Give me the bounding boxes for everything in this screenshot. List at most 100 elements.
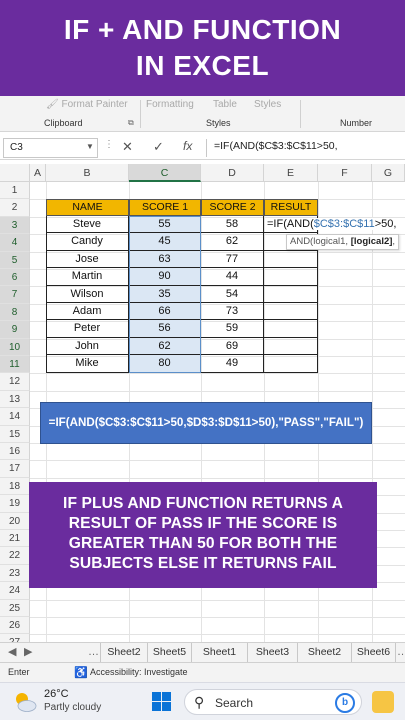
column-header-c[interactable]: C: [129, 164, 201, 182]
cell-edit-text[interactable]: =IF(AND($C$3:$C$11>50,: [267, 218, 397, 230]
gridline: [30, 373, 405, 375]
row-header-26[interactable]: 26: [0, 617, 30, 635]
function-tooltip: AND(logical1, [logical2],: [286, 234, 400, 250]
tab-sheet5[interactable]: Sheet5: [148, 643, 192, 662]
more-icon: ⋮: [104, 139, 114, 150]
row-header-20[interactable]: 20: [0, 512, 30, 530]
clipboard-launcher-icon[interactable]: ⧉: [128, 118, 134, 128]
row-header-6[interactable]: 6: [0, 269, 30, 287]
column-header-d[interactable]: D: [201, 164, 264, 182]
clipboard-group-label: Clipboard: [44, 118, 83, 128]
select-all-corner[interactable]: [0, 164, 30, 182]
title-line-2: IN EXCEL: [135, 50, 270, 81]
ribbon-separator: [140, 100, 141, 128]
row-header-3[interactable]: 3: [0, 216, 30, 235]
accessibility-status[interactable]: Accessibility: Investigate: [90, 667, 188, 677]
gridline: [30, 390, 405, 392]
row-header-9[interactable]: 9: [0, 321, 30, 339]
number-group-label: Number: [340, 118, 373, 128]
explanation-callout: IF PLUS AND FUNCTION RETURNS A RESULT OF…: [29, 482, 377, 588]
column-header-g[interactable]: G: [372, 164, 405, 182]
mode-indicator: Enter: [8, 667, 30, 677]
row-header-4[interactable]: 4: [0, 234, 30, 252]
tab-sheet3[interactable]: Sheet3: [248, 643, 298, 662]
formula-bar: C3 ▼ ⋮ ✕ ✓ fx =IF(AND($C$3:$C$11>50,: [0, 136, 405, 160]
row-header-19[interactable]: 19: [0, 495, 30, 513]
screen: IF + AND FUNCTION IN EXCEL 🖌 Format Pain…: [0, 0, 405, 720]
tab-sheet6[interactable]: Sheet6: [352, 643, 396, 662]
insert-function-icon[interactable]: fx: [183, 139, 192, 153]
range-border: [129, 216, 201, 373]
tab-scroll-right-icon[interactable]: ▶: [24, 643, 32, 661]
gridline: [30, 460, 405, 462]
row-header-11[interactable]: 11: [0, 356, 30, 374]
tab-sheet1[interactable]: Sheet1: [192, 643, 248, 662]
row-header-17[interactable]: 17: [0, 460, 30, 478]
row-header-2[interactable]: 2: [0, 199, 30, 217]
tab-scroll-left-icon[interactable]: ◀: [8, 643, 16, 661]
gridline: [30, 599, 405, 601]
confirm-entry-icon[interactable]: ✓: [153, 139, 164, 155]
row-header-23[interactable]: 23: [0, 564, 30, 583]
format-painter-button[interactable]: 🖌 Format Painter: [46, 99, 128, 110]
row-header-24[interactable]: 24: [0, 582, 30, 600]
column-header-b[interactable]: B: [46, 164, 129, 182]
formula-bar-separator: [206, 139, 207, 157]
column-header-f[interactable]: F: [318, 164, 372, 182]
row-header-15[interactable]: 15: [0, 425, 30, 443]
formula-input[interactable]: =IF(AND($C$3:$C$11>50,: [214, 140, 338, 152]
search-icon: ⚲: [194, 694, 205, 710]
cancel-entry-icon[interactable]: ✕: [122, 139, 133, 155]
title-banner: IF + AND FUNCTION IN EXCEL: [0, 0, 405, 96]
name-box[interactable]: C3: [3, 138, 98, 158]
row-header-21[interactable]: 21: [0, 530, 30, 548]
column-header-a[interactable]: A: [30, 164, 46, 182]
row-header-22[interactable]: 22: [0, 547, 30, 565]
taskbar-search[interactable]: ⚲ Search b: [184, 689, 362, 715]
cell-styles-button[interactable]: Styles: [254, 99, 281, 110]
row-header-16[interactable]: 16: [0, 443, 30, 461]
header-score-2[interactable]: SCORE 2: [201, 199, 264, 216]
sheet-tab-bar: ◀ ▶ … Sheet2 (3) Sheet5 Sheet1 Sheet3 Sh…: [0, 642, 405, 676]
row-header-12[interactable]: 12: [0, 373, 30, 391]
gridline: [30, 617, 405, 618]
header-result[interactable]: RESULT: [264, 199, 318, 216]
partly-cloudy-icon[interactable]: [12, 689, 38, 715]
file-explorer-icon[interactable]: [372, 691, 394, 713]
conditional-formatting-button[interactable]: Formatting: [146, 99, 194, 110]
weather-temperature[interactable]: 26°C: [44, 688, 69, 700]
weather-condition[interactable]: Partly cloudy: [44, 702, 101, 713]
row-header-5[interactable]: 5: [0, 251, 30, 269]
format-as-table-button[interactable]: Table: [213, 99, 237, 110]
row-header-18[interactable]: 18: [0, 477, 30, 496]
row-header-7[interactable]: 7: [0, 286, 30, 304]
taskbar: 26°C Partly cloudy ⚲ Search b: [0, 682, 405, 720]
title-line-1: IF + AND FUNCTION: [63, 14, 342, 45]
chevron-down-icon[interactable]: ▼: [86, 138, 94, 156]
header-name[interactable]: NAME: [46, 199, 129, 216]
accessibility-icon[interactable]: ♿: [74, 666, 88, 679]
tab-more-left[interactable]: …: [88, 643, 99, 661]
explanation-line-1: IF PLUS AND FUNCTION RETURNS A: [63, 495, 343, 512]
header-score-1[interactable]: SCORE 1: [129, 199, 201, 216]
ribbon-separator: [300, 100, 301, 128]
styles-group-label: Styles: [206, 118, 231, 128]
tab-sheet2-3[interactable]: Sheet2 (3): [100, 643, 148, 676]
formula-callout: =IF(AND($C$3:$C$11>50,$D$3:$D$11>50),"PA…: [40, 402, 372, 444]
explanation-line-2: RESULT OF PASS IF THE SCORE IS: [68, 515, 338, 532]
explanation-line-4: SUBJECTS ELSE IT RETURNS FAIL: [69, 555, 337, 572]
row-header-10[interactable]: 10: [0, 338, 30, 356]
row-header-14[interactable]: 14: [0, 408, 30, 426]
row-header-8[interactable]: 8: [0, 303, 30, 322]
gridline: [30, 634, 405, 636]
column-header-e[interactable]: E: [264, 164, 318, 182]
bing-icon[interactable]: b: [335, 693, 355, 713]
explanation-line-3: GREATER THAN 50 FOR BOTH THE: [68, 535, 338, 552]
row-header-25[interactable]: 25: [0, 599, 30, 617]
row-header-1[interactable]: 1: [0, 182, 30, 200]
tab-sheet2[interactable]: Sheet2: [298, 643, 352, 662]
tab-more-right[interactable]: …: [397, 643, 405, 661]
search-placeholder: Search: [215, 696, 254, 710]
row-header-13[interactable]: 13: [0, 390, 30, 409]
windows-start-icon[interactable]: [152, 692, 172, 712]
